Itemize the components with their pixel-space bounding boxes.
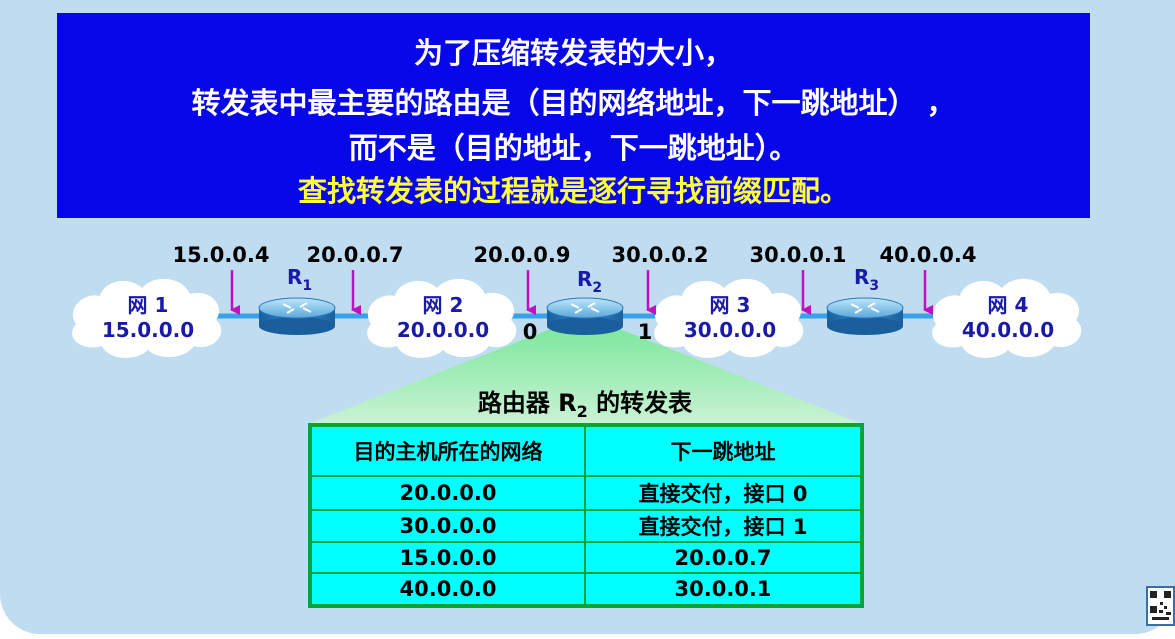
net-3-name: 网 3: [710, 293, 751, 317]
net-1-address: 15.0.0.0: [102, 318, 194, 342]
net-3-address: 30.0.0.0: [684, 318, 776, 342]
interface-address: 20.0.0.9: [474, 243, 571, 267]
destination-cell: 30.0.0.0: [399, 514, 497, 538]
port-label-1: 1: [638, 320, 653, 344]
title-banner: 为了压缩转发表的大小， 转发表中最主要的路由是（目的网络地址，下一跳地址） ， …: [57, 13, 1090, 218]
router-icon: [546, 297, 624, 335]
banner-line-2: 转发表中最主要的路由是（目的网络地址，下一跳地址） ，: [191, 86, 956, 120]
next-hop-cell: 直接交付，接口 0: [638, 482, 808, 506]
router-1-sub: 1: [302, 278, 312, 294]
table-title: 路由器 R2 的转发表: [380, 383, 790, 421]
table-title-sub: 2: [576, 401, 588, 421]
interface-address: 15.0.0.4: [173, 243, 270, 267]
table-title-prefix: 路由器 R: [477, 389, 577, 417]
table-row: 30.0.0.0 直接交付，接口 1: [312, 511, 860, 541]
column-divider: [584, 427, 586, 604]
table-row: 40.0.0.0 30.0.0.1: [312, 574, 860, 604]
interface-address: 40.0.0.4: [880, 243, 977, 267]
header-next-hop: 下一跳地址: [670, 440, 776, 464]
destination-cell: 20.0.0.0: [399, 481, 497, 505]
net-4-address: 40.0.0.0: [962, 318, 1054, 342]
router-2-sub: 2: [592, 280, 602, 296]
next-hop-cell: 20.0.0.7: [674, 545, 772, 570]
banner-line-1: 为了压缩转发表的大小，: [413, 36, 733, 70]
net-1-name: 网 1: [128, 293, 169, 317]
router-icon: [826, 297, 904, 335]
router-2-name: R: [577, 267, 592, 291]
table-header-row: 目的主机所在的网络 下一跳地址: [312, 427, 860, 475]
port-label-0: 0: [523, 320, 538, 344]
table-row: 20.0.0.0 直接交付，接口 0: [312, 477, 860, 509]
destination-cell: 15.0.0.0: [399, 545, 497, 570]
interface-address: 20.0.0.7: [307, 243, 404, 267]
router-icon: [258, 297, 336, 335]
qr-code-icon: [1146, 586, 1175, 626]
header-destination: 目的主机所在的网络: [353, 440, 543, 464]
next-hop-cell: 30.0.0.1: [674, 577, 772, 601]
table-row: 15.0.0.0 20.0.0.7: [312, 543, 860, 572]
router-3-name: R: [854, 265, 869, 289]
next-hop-cell: 直接交付，接口 1: [638, 515, 808, 539]
router-1-name: R: [287, 265, 302, 289]
router-3-label: R3: [854, 265, 879, 294]
net-4-name: 网 4: [988, 293, 1029, 317]
router-2-label: R2: [577, 267, 602, 296]
table-title-suffix: 的转发表: [587, 389, 693, 417]
router-1-label: R1: [287, 265, 312, 294]
net-2-address: 20.0.0.0: [397, 318, 489, 342]
interface-address: 30.0.0.2: [612, 243, 709, 267]
router-3-sub: 3: [869, 278, 879, 294]
destination-cell: 40.0.0.0: [399, 577, 497, 601]
banner-line-3: 而不是（目的地址，下一跳地址）。: [348, 131, 799, 165]
forwarding-table: 目的主机所在的网络 下一跳地址 20.0.0.0 直接交付，接口 0 30.0.…: [308, 423, 864, 608]
banner-highlight-line: 查找转发表的过程就是逐行寻找前缀匹配。: [297, 174, 849, 208]
interface-address: 30.0.0.1: [750, 243, 847, 267]
net-2-name: 网 2: [423, 293, 464, 317]
